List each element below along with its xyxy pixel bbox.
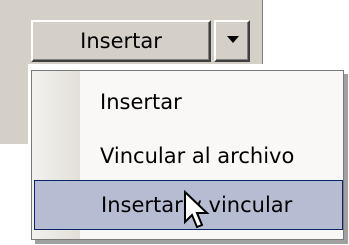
menu-item-label: Insertar	[100, 90, 182, 114]
dialog-separator	[262, 0, 265, 64]
mouse-pointer-icon	[183, 189, 213, 230]
insert-button[interactable]: Insertar	[31, 20, 211, 62]
menu-item-link-to-file[interactable]: Vincular al archivo	[32, 129, 343, 183]
menu-item-label: Vincular al archivo	[100, 144, 295, 168]
insert-split-button: Insertar	[31, 20, 251, 62]
insert-options-dropdown-button[interactable]	[214, 20, 250, 62]
chevron-down-icon	[227, 36, 239, 43]
dialog-face-lower	[0, 64, 28, 144]
insert-button-label: Insertar	[80, 29, 162, 53]
menu-item-insert[interactable]: Insertar	[32, 75, 343, 129]
